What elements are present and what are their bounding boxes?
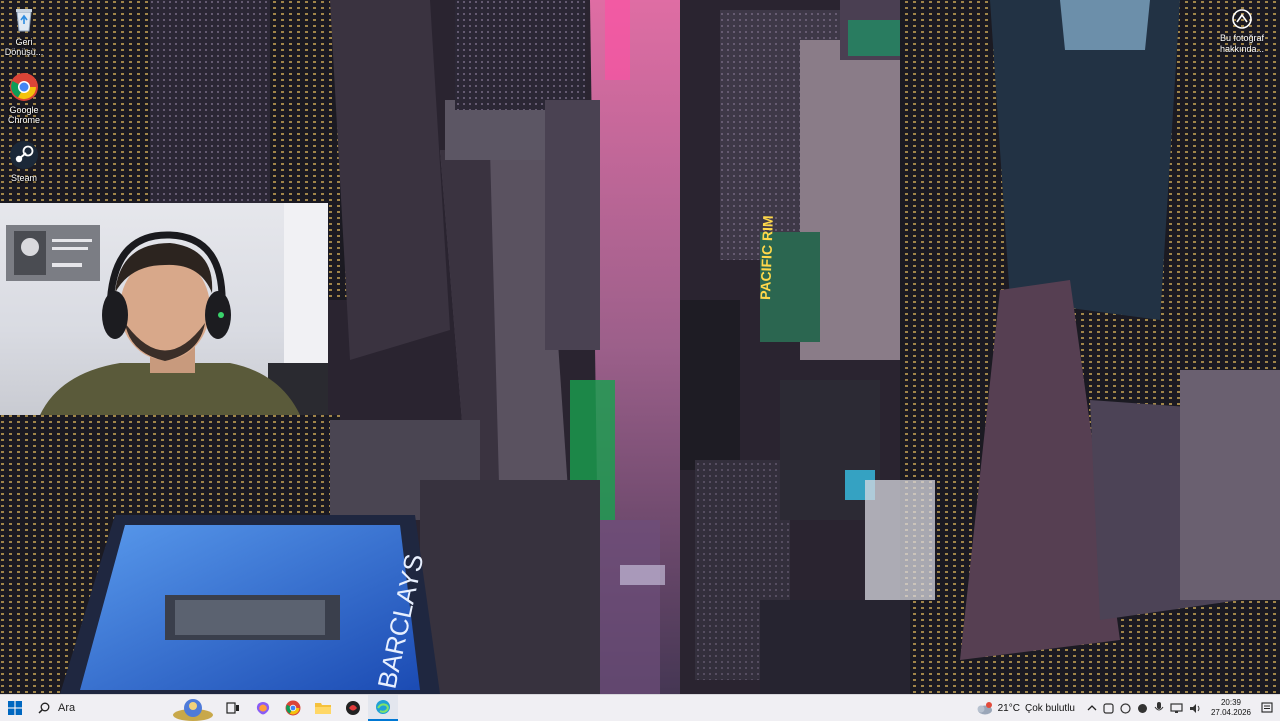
edge-icon bbox=[376, 700, 390, 714]
cloud-icon bbox=[977, 702, 992, 715]
info-icon bbox=[1231, 8, 1253, 30]
webcam-person bbox=[6, 203, 328, 415]
notification-icon bbox=[1261, 702, 1273, 713]
taskbar-edge[interactable] bbox=[368, 695, 398, 721]
webcam-overlay bbox=[0, 203, 328, 415]
clock[interactable]: 20:39 27.04.2026 bbox=[1208, 695, 1254, 721]
clock-date: 27.04.2026 bbox=[1210, 708, 1252, 717]
desktop-icon-recycle-bin[interactable]: Geri Dönüşü... bbox=[2, 4, 46, 57]
search-placeholder: Ara bbox=[58, 702, 76, 714]
tray-app-icon-2[interactable] bbox=[1120, 702, 1131, 714]
taskbar: Ara 21°C Çok bulutlu 20:39 27.04.2026 bbox=[0, 694, 1280, 721]
task-view-button[interactable] bbox=[218, 695, 248, 721]
volume-icon[interactable] bbox=[1189, 703, 1202, 714]
about-this-picture[interactable]: Bu fotoğraf hakkında... bbox=[1214, 8, 1270, 55]
system-tray bbox=[1081, 702, 1208, 714]
desktop-icon-steam[interactable]: Steam bbox=[2, 140, 46, 183]
desktop-icon-label: Steam bbox=[10, 173, 37, 183]
weather-temp: 21°C bbox=[997, 702, 1020, 714]
billboard-text: PACIFIC RIM bbox=[757, 215, 776, 300]
search-icon bbox=[38, 702, 50, 714]
app-icon bbox=[346, 701, 360, 715]
notifications-button[interactable] bbox=[1254, 695, 1280, 721]
tray-steam-icon[interactable] bbox=[1137, 703, 1148, 714]
chevron-up-icon[interactable] bbox=[1087, 703, 1097, 713]
recycle-bin-icon bbox=[9, 4, 39, 34]
task-view-icon bbox=[226, 702, 239, 714]
desktop-icon-chrome[interactable]: Google Chrome bbox=[2, 72, 46, 125]
desktop-icon-label: Geri Dönüşü... bbox=[4, 37, 44, 57]
chrome-icon bbox=[285, 700, 301, 716]
taskbar-file-explorer[interactable] bbox=[308, 695, 338, 721]
weather-widget[interactable]: 21°C Çok bulutlu bbox=[969, 695, 1081, 721]
taskbar-app[interactable] bbox=[338, 695, 368, 721]
copilot-icon bbox=[256, 702, 270, 715]
taskbar-search[interactable]: Ara bbox=[30, 695, 168, 721]
file-explorer-icon bbox=[315, 703, 331, 714]
widgets-button[interactable] bbox=[168, 695, 218, 721]
chrome-icon bbox=[9, 72, 39, 102]
widgets-icon bbox=[173, 699, 213, 721]
about-photo-label: Bu fotoğraf hakkında... bbox=[1219, 33, 1265, 54]
tray-app-icon[interactable] bbox=[1103, 702, 1114, 714]
copilot-button[interactable] bbox=[248, 695, 278, 721]
clock-time: 20:39 bbox=[1220, 698, 1242, 707]
weather-condition: Çok bulutlu bbox=[1024, 702, 1075, 714]
taskbar-chrome[interactable] bbox=[278, 695, 308, 721]
network-icon[interactable] bbox=[1170, 702, 1183, 714]
steam-icon bbox=[9, 140, 39, 170]
start-button[interactable] bbox=[0, 695, 30, 721]
microphone-icon[interactable] bbox=[1154, 702, 1164, 714]
desktop-icon-label: Google Chrome bbox=[7, 105, 40, 125]
start-icon bbox=[8, 701, 22, 715]
